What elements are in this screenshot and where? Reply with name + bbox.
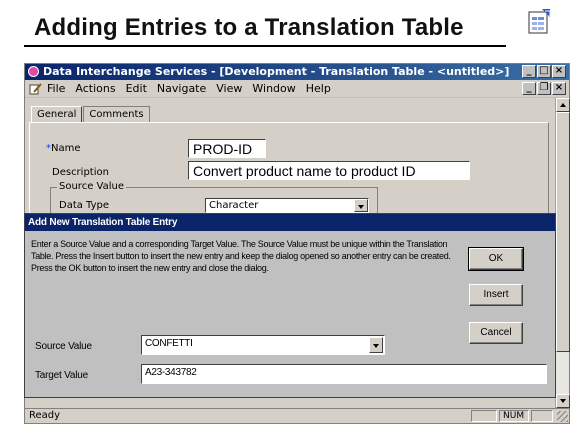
slide-title: Adding Entries to a Translation Table (34, 14, 464, 41)
menu-navigate[interactable]: Navigate (157, 82, 206, 95)
menu-file[interactable]: File (47, 82, 65, 95)
status-panel-empty (471, 410, 497, 422)
data-type-value: Character (209, 200, 259, 211)
source-value-select[interactable]: CONFETTI (141, 335, 385, 355)
data-type-label: Data Type (59, 200, 110, 211)
cancel-button[interactable]: Cancel (469, 322, 523, 344)
add-entry-dialog: Add New Translation Table Entry Enter a … (24, 213, 556, 398)
mdi-minimize-button[interactable]: _ (522, 82, 536, 95)
description-label: Description (52, 167, 109, 178)
menu-help[interactable]: Help (306, 82, 331, 95)
data-type-select[interactable]: Character (205, 198, 369, 213)
app-icon (28, 66, 39, 77)
slide-header: Adding Entries to a Translation Table (0, 0, 574, 50)
chevron-down-icon[interactable] (369, 337, 383, 353)
tab-general[interactable]: General (31, 106, 83, 122)
scroll-up-arrow-icon[interactable] (556, 98, 570, 112)
num-lock-indicator: NUM (499, 410, 529, 422)
document-edit-icon (29, 82, 42, 94)
name-field[interactable]: PROD-ID (188, 139, 266, 158)
menu-view[interactable]: View (216, 82, 242, 95)
target-value-label: Target Value (35, 370, 89, 381)
tab-strip: General Comments (31, 106, 151, 122)
tab-comments[interactable]: Comments (83, 106, 150, 122)
close-button[interactable]: × (552, 65, 566, 78)
status-bar: Ready NUM (25, 408, 569, 423)
target-value-field[interactable]: A23-343782 (141, 364, 547, 384)
status-panel-extra (531, 410, 553, 422)
source-group-label: Source Value (57, 181, 126, 192)
status-text: Ready (29, 410, 61, 421)
scroll-down-arrow-icon[interactable] (556, 394, 570, 408)
resize-grip-icon[interactable] (557, 411, 568, 422)
source-value-label: Source Value (35, 341, 92, 352)
source-value-text: CONFETTI (145, 338, 193, 349)
name-label-text: Name (51, 143, 81, 154)
scrollbar-thumb[interactable] (556, 112, 570, 352)
menu-edit[interactable]: Edit (126, 82, 147, 95)
description-field[interactable]: Convert product name to product ID (188, 161, 470, 180)
ok-button[interactable]: OK (468, 247, 524, 271)
dialog-instructions: Enter a Source Value and a corresponding… (31, 239, 451, 273)
menu-actions[interactable]: Actions (75, 82, 115, 95)
window-title: Data Interchange Services - [Development… (43, 65, 510, 78)
menubar: File Actions Edit Navigate View Window H… (25, 80, 569, 97)
dialog-title[interactable]: Add New Translation Table Entry (25, 214, 555, 231)
mdi-restore-button[interactable]: ❐ (537, 82, 551, 95)
mdi-close-button[interactable]: × (552, 82, 566, 95)
insert-button[interactable]: Insert (469, 284, 523, 306)
vertical-scrollbar[interactable] (555, 98, 570, 408)
chevron-down-icon[interactable] (354, 199, 368, 212)
title-rule (24, 45, 506, 47)
name-label: *Name (46, 143, 81, 154)
document-table-icon (528, 9, 551, 34)
window-titlebar[interactable]: Data Interchange Services - [Development… (25, 64, 569, 80)
maximize-button[interactable]: □ (537, 65, 551, 78)
minimize-button[interactable]: _ (522, 65, 536, 78)
menu-window[interactable]: Window (252, 82, 295, 95)
